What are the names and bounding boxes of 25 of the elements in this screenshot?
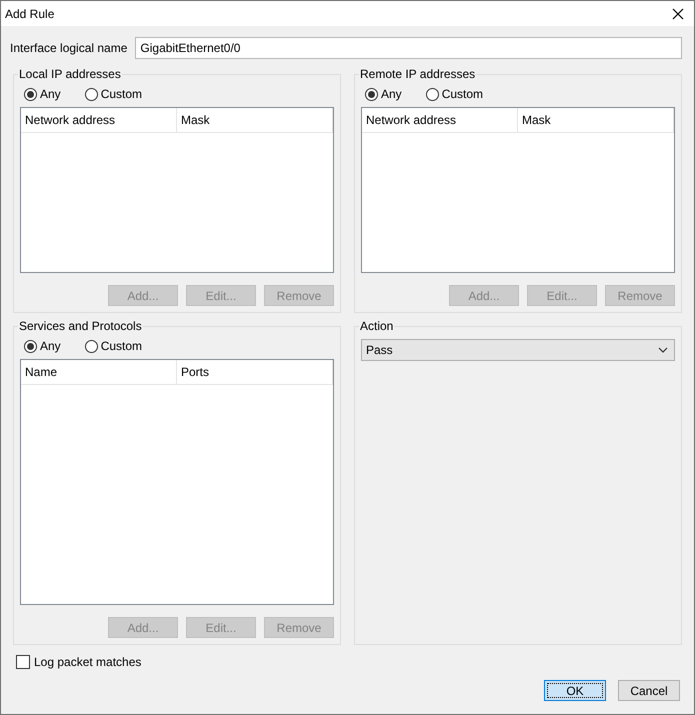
chevron-icon: [658, 347, 668, 353]
window-title: Add Rule: [5, 6, 54, 20]
column-header[interactable]: Mask: [518, 108, 674, 132]
column-header[interactable]: Network address: [362, 108, 518, 132]
close-icon[interactable]: [672, 8, 684, 20]
checkbox[interactable]: Log packet matches: [16, 655, 682, 669]
group-title: Remote IP addresses: [359, 67, 476, 81]
radio-button[interactable]: Any: [24, 87, 61, 101]
radio-button[interactable]: Custom: [84, 87, 142, 101]
interface-name-field[interactable]: GigabitEthernet0/0: [135, 37, 682, 59]
radio-button[interactable]: Any: [24, 339, 61, 353]
radio-button[interactable]: Any: [365, 87, 402, 101]
field-label: Interface logical name: [10, 41, 128, 55]
column-header[interactable]: Network address: [21, 108, 177, 132]
group-title: Local IP addresses: [18, 67, 122, 81]
group-title: Action: [359, 319, 394, 333]
dialog-button[interactable]: Cancel: [618, 680, 680, 701]
radio-button[interactable]: Custom: [84, 339, 142, 353]
group-title: Services and Protocols: [18, 319, 143, 333]
column-header[interactable]: Name: [21, 360, 177, 384]
action-dropdown[interactable]: Pass: [361, 339, 675, 361]
column-header[interactable]: Ports: [177, 360, 333, 384]
dialog-button[interactable]: OK: [544, 680, 606, 701]
column-header[interactable]: Mask: [177, 108, 333, 132]
radio-button[interactable]: Custom: [426, 87, 484, 101]
